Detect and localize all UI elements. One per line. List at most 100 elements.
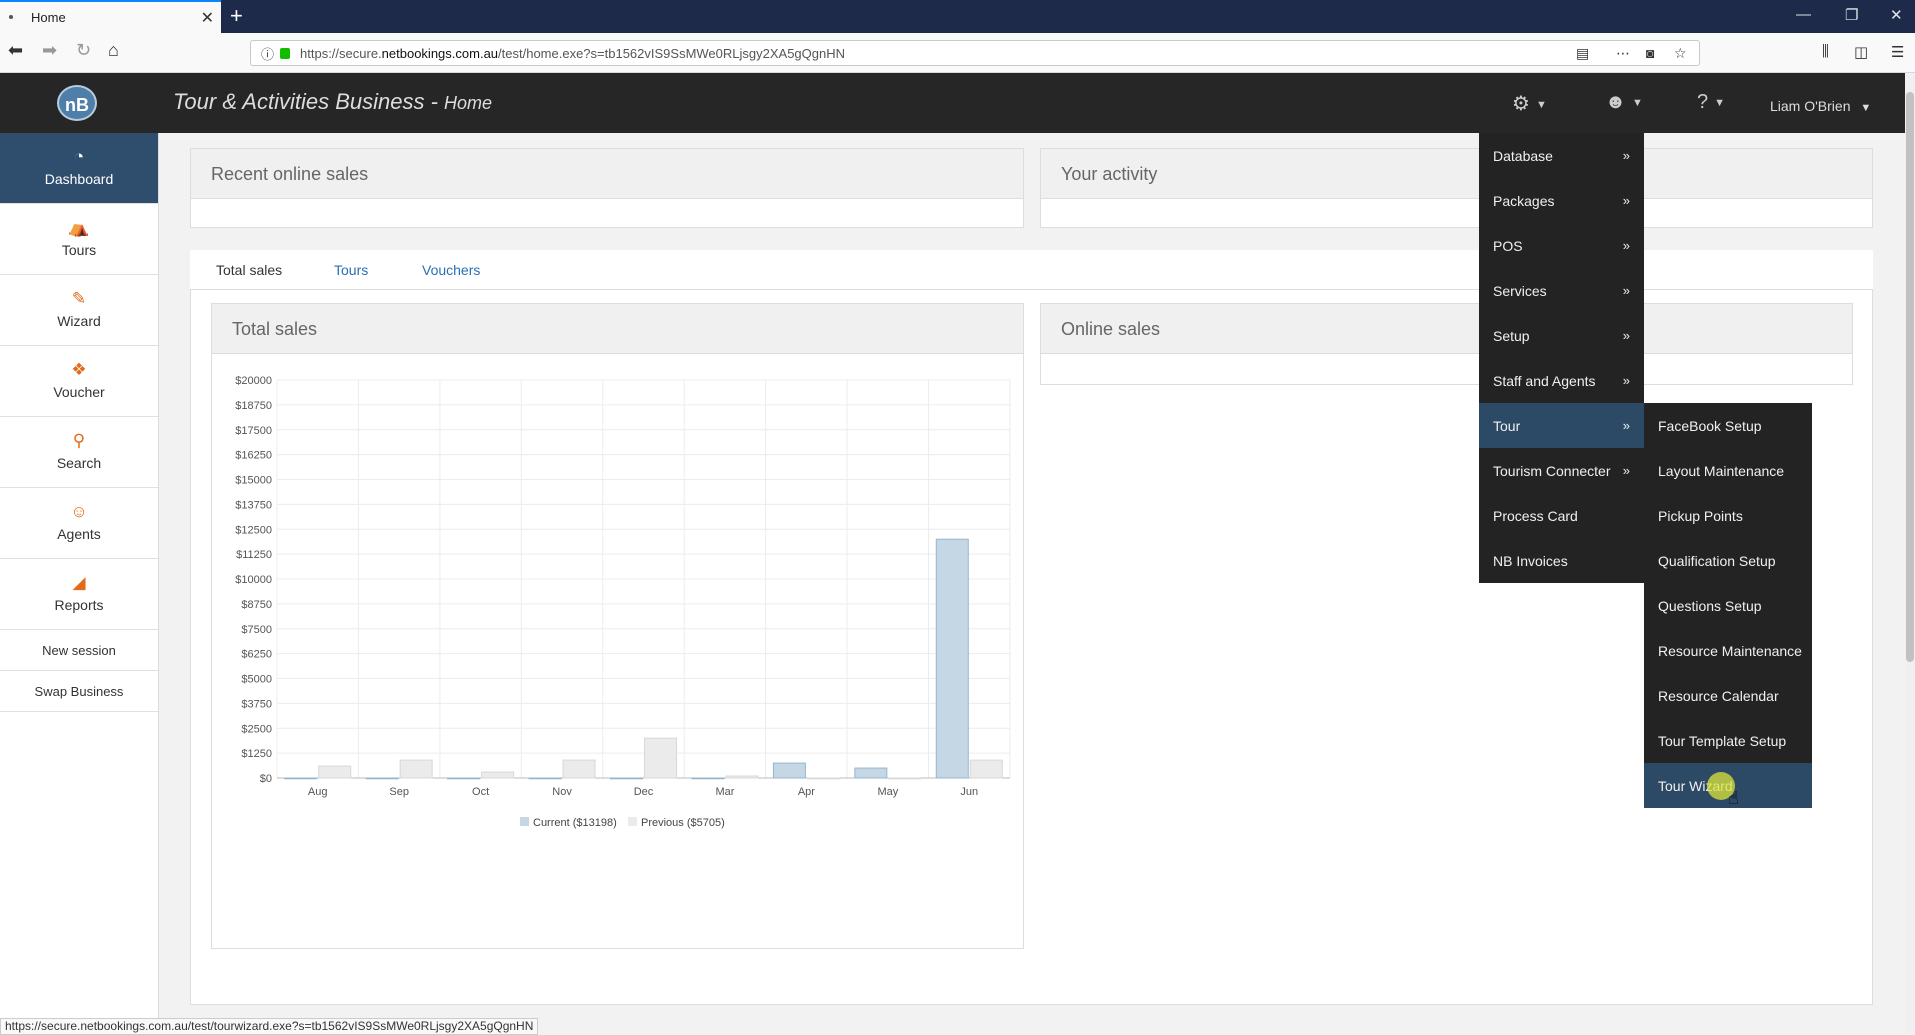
online-sales-panel: Online sales [1040,303,1853,385]
menu-item-staff-and-agents[interactable]: Staff and Agents » [1479,358,1644,403]
sidebar-item-label: Wizard [57,313,101,329]
library-icon[interactable]: ⫼ [1822,43,1829,60]
window-close-icon[interactable]: ✕ [1890,6,1903,24]
submenu-arrow-icon: » [1622,463,1630,478]
submenu-item-facebook-setup[interactable]: FaceBook Setup [1644,403,1812,448]
bookmark-star-icon[interactable]: ☆ [1674,45,1687,62]
tab-tours[interactable]: Tours [334,262,368,278]
y-tick-label: $1250 [241,748,272,760]
bar-previous [725,775,759,779]
sidebar-item-tours[interactable]: ⛺ Tours [0,204,158,275]
reload-icon[interactable]: ↻ [76,40,91,61]
home-icon[interactable]: ⌂ [108,40,119,61]
tab-close-icon[interactable]: ✕ [201,8,214,28]
submenu-item-layout-maintenance[interactable]: Layout Maintenance [1644,448,1812,493]
bar-current [691,777,725,780]
x-tick-label: Dec [634,786,654,798]
settings-gear-menu[interactable]: ⚙ ▼ [1512,91,1547,116]
more-actions-icon[interactable]: ⋯ [1616,45,1630,62]
panel-title: Recent online sales [191,149,1023,199]
lock-icon [280,47,291,59]
recent-online-sales-panel: Recent online sales [190,148,1024,228]
sidebar-item-search[interactable]: ⚲ Search [0,417,158,488]
menu-item-tourism-connecter[interactable]: Tourism Connecter » [1479,448,1644,493]
submenu-item-resource-calendar[interactable]: Resource Calendar [1644,673,1812,718]
reader-view-icon[interactable]: ▤ [1576,45,1589,62]
search-icon: ⚲ [72,431,86,450]
restore-icon[interactable]: ❐ [1845,6,1858,24]
app-logo[interactable]: nB [57,85,97,121]
menu-item-tour[interactable]: Tour » [1479,403,1644,448]
reports-chart-icon: ◢ [72,573,86,592]
tour-submenu: FaceBook Setup Layout Maintenance Pickup P… [1644,403,1812,808]
submenu-item-questions-setup[interactable]: Questions Setup [1644,583,1812,628]
menu-item-label: POS [1493,237,1523,254]
new-tab-icon[interactable]: + [230,4,243,28]
minimize-icon[interactable]: — [1796,6,1811,23]
submenu-arrow-icon: » [1622,418,1630,433]
total-sales-chart-panel: Total sales $20000 $18750 $17500 $16250 $150… [211,303,1024,949]
menu-hamburger-icon[interactable]: ☰ [1891,43,1904,61]
url-bar[interactable]: ⓘ https://secure.netbookings.com.au/test… [250,40,1700,66]
site-info-icon[interactable]: ⓘ [261,44,274,63]
sidebar-item-voucher[interactable]: ❖ Voucher [0,346,158,417]
scrollbar-thumb[interactable] [1906,92,1914,662]
bar-previous [481,771,515,779]
panel-title: Your activity [1041,149,1872,199]
swap-business-link[interactable]: Swap Business [0,671,158,712]
sidebar-item-reports[interactable]: ◢ Reports [0,559,158,630]
legend-label-current: Current ($13198) [533,817,617,829]
browser-tab-bar: Home ✕ + — ❐ ✕ [0,0,1915,33]
menu-item-setup[interactable]: Setup » [1479,313,1644,358]
tab-total-sales[interactable]: Total sales [216,262,282,278]
agent-menu[interactable]: ☻ ▼ [1605,91,1643,114]
gift-icon: ❖ [71,360,87,379]
sidebar-item-dashboard[interactable]: ◔ Dashboard [0,133,158,204]
sidebar-item-label: Search [56,455,102,471]
submenu-item-resource-maintenance[interactable]: Resource Maintenance [1644,628,1812,673]
submenu-item-qualification-setup[interactable]: Qualification Setup [1644,538,1812,583]
help-icon: ? [1697,91,1709,113]
sidebar-item-wizard[interactable]: ✎ Wizard [0,275,158,346]
menu-item-database[interactable]: Database » [1479,133,1644,178]
back-icon[interactable]: ⬅ [8,40,23,61]
submenu-arrow-icon: » [1622,148,1630,163]
sidebar-item-agents[interactable]: ☺ Agents [0,488,158,559]
menu-item-packages[interactable]: Packages » [1479,178,1644,223]
y-tick-label: $6250 [241,649,272,661]
submenu-item-tour-template-setup[interactable]: Tour Template Setup [1644,718,1812,763]
user-menu[interactable]: Liam O'Brien ▼ [1770,98,1871,114]
menu-item-process-card[interactable]: Process Card [1479,493,1644,538]
agent-user-icon: ☻ [1605,91,1627,113]
submenu-item-pickup-points[interactable]: Pickup Points [1644,493,1812,538]
menu-item-nb-invoices[interactable]: NB Invoices [1479,538,1644,583]
submenu-arrow-icon: » [1622,238,1630,253]
gear-icon: ⚙ [1512,93,1530,115]
bar-previous [562,759,596,779]
bar-current [610,777,643,780]
browser-tab[interactable]: Home ✕ [0,0,221,33]
chart-title: Total sales [212,304,1023,354]
wizard-wand-icon: ✎ [71,289,87,308]
sidebar-toggle-icon[interactable]: ◫ [1854,43,1868,61]
pocket-icon[interactable]: ◙ [1646,45,1654,61]
menu-item-services[interactable]: Services » [1479,268,1644,313]
menu-item-pos[interactable]: POS » [1479,223,1644,268]
y-tick-label: $18750 [235,400,272,412]
agents-icon: ☺ [70,502,88,521]
new-session-link[interactable]: New session [0,630,158,671]
bar-current [528,777,562,780]
sidebar-item-label: Tours [61,242,97,258]
submenu-arrow-icon: » [1622,373,1630,388]
sidebar-item-label: Reports [54,597,104,613]
settings-dropdown-menu: Database» Packages» POS» Services» Setup» Sta… [1479,133,1644,583]
legend-swatch-current [520,817,529,826]
bar-previous [399,759,433,779]
x-tick-label: May [877,786,898,798]
menu-item-label: Setup [1493,327,1530,344]
forward-icon[interactable]: ➡ [42,40,57,61]
bar-previous [644,737,677,779]
help-menu[interactable]: ? ▼ [1697,91,1725,114]
tab-vouchers[interactable]: Vouchers [422,262,480,278]
menu-item-label: Process Card [1493,507,1578,524]
